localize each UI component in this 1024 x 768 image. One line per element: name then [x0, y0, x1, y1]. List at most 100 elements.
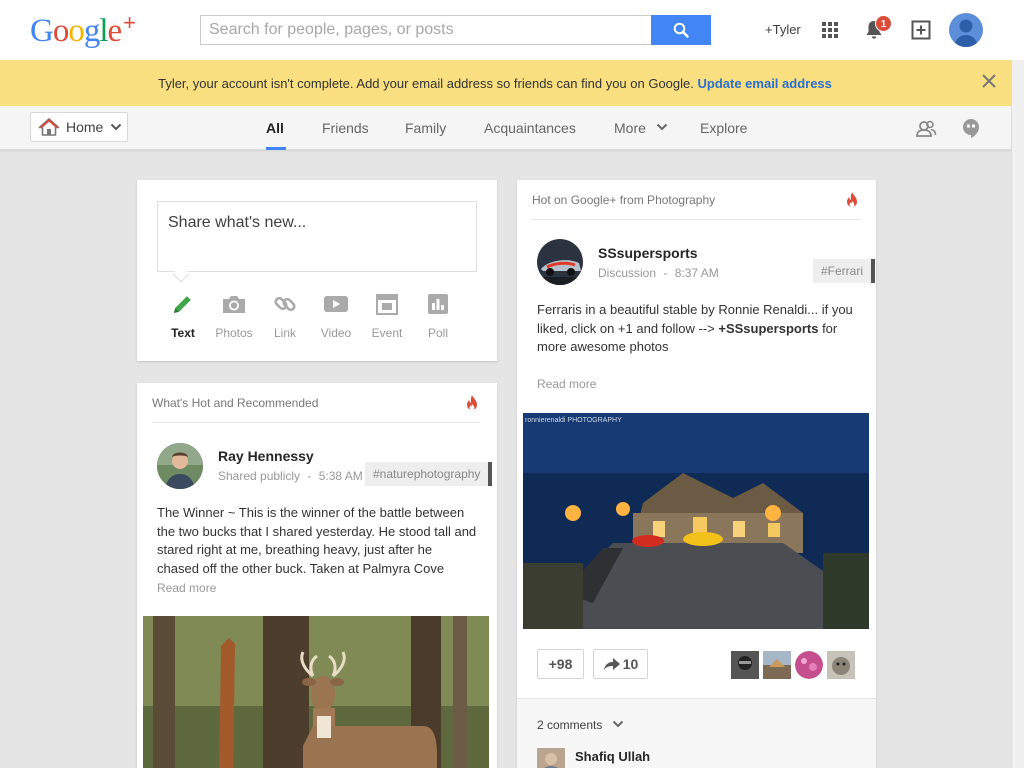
search-icon: [673, 22, 689, 38]
avatar-icon: [954, 19, 978, 47]
home-label: Home: [66, 119, 104, 135]
profile-link[interactable]: +Tyler: [765, 22, 801, 37]
post-meta: Shared publicly - 5:38 AM: [218, 469, 363, 483]
pencil-icon: [174, 296, 191, 313]
logo-letter: o: [68, 13, 84, 49]
page-scrollbar[interactable]: [1011, 60, 1024, 768]
comments-section: 2 comments Shafiq Ullah: [517, 698, 876, 768]
top-bar: Google+ +Tyler 1: [0, 0, 1024, 60]
mansion-photo: ronnierenaldi PHOTOGRAPHY: [523, 413, 869, 629]
profile-mention-link[interactable]: +SSsupersports: [718, 321, 818, 336]
stream-nav-bar: Home All Friends Family Acquaintances Mo…: [0, 106, 1011, 150]
chevron-down-icon: [612, 720, 623, 728]
post-body: The Winner ~ This is the winner of the b…: [157, 505, 477, 576]
post-photo-deer[interactable]: [143, 616, 489, 768]
home-icon: [38, 118, 60, 136]
tab-more[interactable]: More: [614, 120, 668, 136]
close-icon[interactable]: [980, 72, 998, 90]
commenter-avatar[interactable]: [537, 748, 565, 768]
notice-message: Tyler, your account isn't complete. Add …: [158, 76, 694, 91]
logo-letter: G: [30, 13, 54, 49]
meta-separator: -: [307, 469, 312, 483]
share-input[interactable]: Share what's new...: [157, 201, 477, 272]
plusoner-avatar[interactable]: [827, 651, 855, 679]
plusoner-avatar-image: [827, 651, 855, 679]
plusoner-avatar[interactable]: [731, 651, 759, 679]
reshare-count: 10: [622, 656, 639, 672]
logo-plus: +: [123, 10, 136, 35]
plusoner-avatar-image: [795, 651, 823, 679]
notice-text: Tyler, your account isn't complete. Add …: [0, 76, 990, 91]
plusoner-avatar[interactable]: [763, 651, 791, 679]
share-text-button[interactable]: Text: [157, 291, 209, 340]
share-link-label: Link: [273, 326, 296, 340]
divider: [152, 422, 480, 423]
apps-icon[interactable]: [822, 22, 838, 38]
visibility-label: Shared publicly: [218, 469, 301, 483]
share-box-icon[interactable]: [911, 20, 931, 40]
fire-icon: [847, 192, 857, 208]
tab-acquaintances[interactable]: Acquaintances: [484, 120, 576, 136]
share-photos-button[interactable]: Photos: [208, 291, 260, 340]
deer-photo: [143, 616, 489, 768]
author-name[interactable]: SSsupersports: [598, 245, 698, 261]
logo-wordmark: Google: [30, 13, 123, 49]
share-event-button[interactable]: Event: [361, 291, 413, 340]
share-video-button[interactable]: Video: [310, 291, 362, 340]
author-avatar[interactable]: [537, 239, 583, 285]
share-event-label: Event: [371, 326, 403, 340]
hot-photography-card: Hot on Google+ from Photography SSsupers…: [517, 180, 876, 768]
hashtag-pill[interactable]: #Ferrari: [813, 259, 876, 283]
reshare-button[interactable]: 10: [593, 649, 648, 679]
camera-icon: [223, 296, 245, 313]
tab-all[interactable]: All: [266, 120, 284, 136]
share-poll-button[interactable]: Poll: [412, 291, 464, 340]
hot-card-header: Hot on Google+ from Photography: [532, 193, 716, 207]
commenter-avatar-image: [537, 748, 565, 768]
tab-friends[interactable]: Friends: [322, 120, 369, 136]
circles-icon[interactable]: [915, 117, 937, 139]
home-menu-button[interactable]: Home: [30, 112, 128, 142]
hashtag-pill[interactable]: #naturephotography: [365, 462, 493, 486]
event-icon: [376, 294, 398, 315]
poll-icon: [428, 294, 448, 314]
account-notice-bar: Tyler, your account isn't complete. Add …: [0, 60, 1011, 106]
category-label[interactable]: Discussion: [598, 266, 656, 280]
post-time[interactable]: 8:37 AM: [675, 266, 719, 280]
commenter-name[interactable]: Shafiq Ullah: [575, 749, 650, 764]
author-name[interactable]: Ray Hennessy: [218, 448, 314, 464]
share-link-button[interactable]: Link: [259, 291, 311, 340]
recommended-header: What's Hot and Recommended: [152, 396, 319, 410]
logo-letter: e: [107, 13, 123, 49]
active-tab-indicator: [266, 147, 286, 150]
comments-toggle[interactable]: 2 comments: [537, 718, 624, 732]
tab-explore[interactable]: Explore: [700, 120, 747, 136]
share-text-label: Text: [171, 326, 195, 340]
tab-more-label: More: [614, 120, 646, 136]
search-button[interactable]: [651, 15, 711, 45]
post-meta: Discussion - 8:37 AM: [598, 266, 719, 280]
post-time[interactable]: 5:38 AM: [319, 469, 363, 483]
share-video-label: Video: [320, 326, 352, 340]
comments-count-label: 2 comments: [537, 718, 603, 732]
author-avatar-image: [537, 239, 583, 285]
recommended-card: What's Hot and Recommended Ray Hennessy …: [137, 383, 497, 768]
hangouts-icon[interactable]: [960, 117, 982, 139]
post-photo-mansion[interactable]: ronnierenaldi PHOTOGRAPHY: [523, 413, 869, 629]
video-icon: [324, 296, 348, 312]
search-input[interactable]: [200, 15, 652, 45]
plus-one-button[interactable]: +98: [537, 649, 584, 679]
account-avatar[interactable]: [949, 13, 983, 47]
author-avatar[interactable]: [157, 443, 203, 489]
tab-family[interactable]: Family: [405, 120, 446, 136]
notification-badge[interactable]: 1: [875, 15, 892, 32]
read-more-link[interactable]: Read more: [537, 377, 596, 391]
update-email-link[interactable]: Update email address: [698, 76, 832, 91]
plusoner-avatar[interactable]: [795, 651, 823, 679]
read-more-link[interactable]: Read more: [157, 581, 216, 595]
logo-letter: l: [99, 13, 108, 49]
post-body: Ferraris in a beautiful stable by Ronnie…: [537, 301, 862, 357]
author-avatar-image: [157, 443, 203, 489]
photo-watermark: ronnierenaldi PHOTOGRAPHY: [525, 417, 622, 424]
google-plus-logo[interactable]: Google+: [30, 10, 136, 50]
